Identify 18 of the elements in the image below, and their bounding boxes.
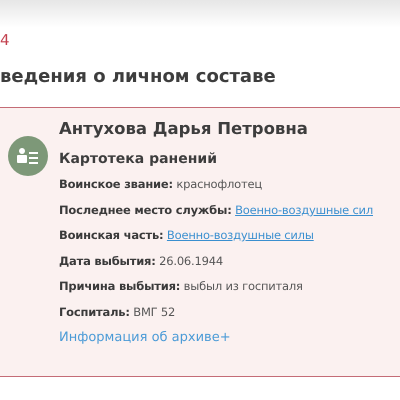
field-value: выбыл из госпиталя <box>184 279 303 293</box>
archive-info-link[interactable]: Информация об архиве+ <box>59 325 373 351</box>
field-value: краснофлотец <box>176 177 262 191</box>
section-number: 4 <box>0 30 11 50</box>
field-label: Дата выбытия: <box>59 254 156 268</box>
field-value: 26.06.1944 <box>159 254 223 268</box>
field-link[interactable]: Военно-воздушные сил <box>235 202 373 216</box>
section-heading: ведения о личном составе <box>0 66 277 87</box>
person-name: Антухова Дарья Петровна <box>59 118 309 140</box>
person-list-icon <box>8 136 48 176</box>
field-label: Воинская часть: <box>59 228 164 242</box>
field-label: Госпиталь: <box>59 304 130 318</box>
field-label: Воинское звание: <box>59 177 173 191</box>
field-label: Причина выбытия: <box>59 279 180 293</box>
field-label: Последнее место службы: <box>59 202 232 216</box>
field-value: ВМГ 52 <box>133 304 176 318</box>
record-source: Картотека ранений <box>59 150 218 169</box>
field-link[interactable]: Военно-воздушные силы <box>166 228 314 242</box>
